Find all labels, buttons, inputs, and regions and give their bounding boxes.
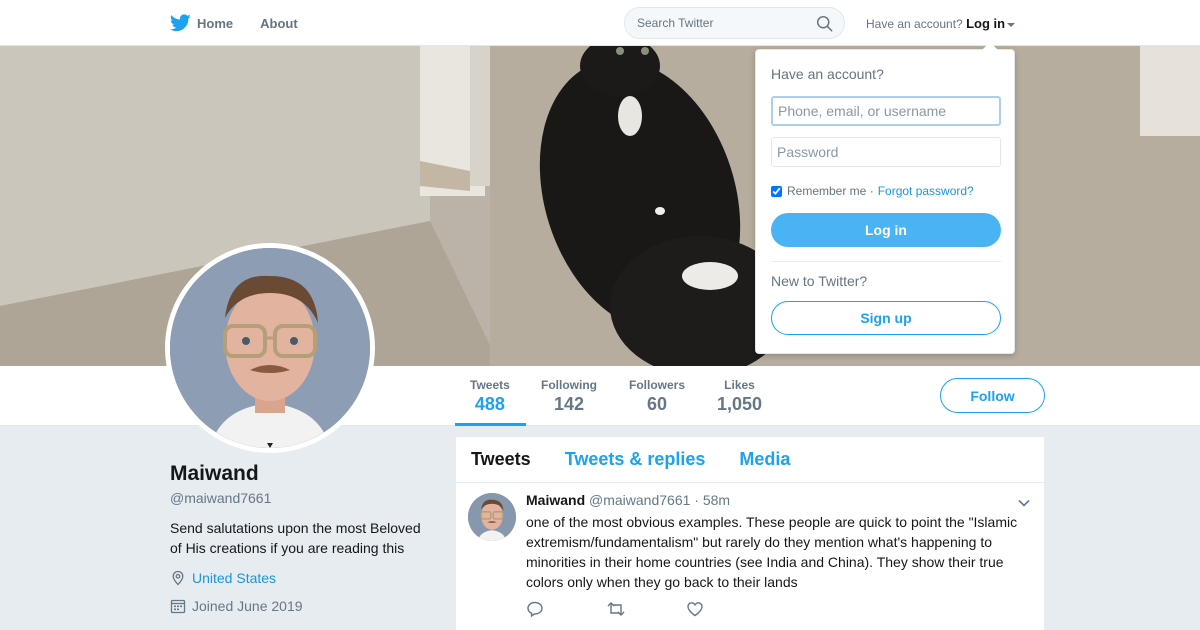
stat-label: Likes — [724, 378, 755, 392]
stat-following[interactable]: Following 142 — [541, 378, 597, 415]
stat-likes[interactable]: Likes 1,050 — [717, 378, 762, 415]
twitter-bird-icon — [170, 14, 191, 32]
have-account-text: Have an account? — [866, 17, 963, 31]
login-dropdown-toggle[interactable]: Log in — [966, 16, 1016, 31]
about-link[interactable]: About — [260, 16, 298, 31]
login-button[interactable]: Log in — [771, 213, 1001, 247]
calendar-icon — [170, 599, 186, 614]
stat-value: 142 — [553, 394, 585, 414]
timeline: Tweets Tweets & replies Media Maiwand @m… — [456, 437, 1044, 630]
password-field[interactable] — [771, 137, 1001, 167]
tab-tweets[interactable]: Tweets — [471, 449, 531, 470]
tweet-avatar[interactable] — [468, 493, 516, 541]
profile-location: United States — [170, 570, 440, 586]
profile-bio: Send salutations upon the most Beloved o… — [170, 520, 421, 556]
location-link[interactable]: United States — [192, 570, 276, 586]
dropdown-divider — [771, 261, 1001, 262]
username-field[interactable] — [771, 96, 1001, 126]
login-dropdown: Have an account? Remember me · Forgot pa… — [755, 42, 1015, 354]
tweet-header: Maiwand @maiwand7661 · 58m — [526, 492, 730, 508]
home-label: Home — [197, 15, 234, 31]
tweet-separator: · — [694, 492, 699, 508]
avatar-portrait — [170, 248, 370, 448]
nav-left: Home About — [170, 0, 325, 46]
tweet-avatar-image — [468, 493, 516, 541]
search-icon[interactable] — [816, 15, 833, 32]
profile-handle[interactable]: @maiwand7661 — [170, 490, 440, 506]
profile-avatar[interactable] — [165, 243, 375, 453]
about-label: About — [260, 15, 298, 31]
stat-tweets[interactable]: Tweets 488 — [470, 378, 510, 415]
tweet-timestamp[interactable]: 58m — [703, 492, 730, 508]
profile-card: Maiwand @maiwand7661 Send salutations up… — [170, 462, 440, 614]
tweet-text: one of the most obvious examples. These … — [526, 514, 1018, 590]
reply-icon — [527, 601, 543, 618]
profile-name[interactable]: Maiwand — [170, 462, 440, 486]
stat-value: 1,050 — [717, 394, 763, 414]
dropdown-nub — [982, 42, 998, 50]
timeline-tabs: Tweets Tweets & replies Media — [456, 437, 1044, 483]
stat-label: Tweets — [470, 378, 510, 392]
caret-down-icon — [1007, 22, 1016, 27]
home-link[interactable]: Home — [170, 14, 233, 32]
stat-label: Followers — [629, 378, 686, 392]
tweet-author-name[interactable]: Maiwand — [526, 492, 585, 508]
forgot-password-link[interactable]: Forgot password? — [878, 184, 974, 198]
login-link-label: Log in — [966, 16, 1006, 31]
account-prompt: Have an account? Log in — [866, 16, 1016, 31]
retweet-icon — [607, 602, 625, 616]
tweet-item[interactable]: Maiwand @maiwand7661 · 58m one of the mo… — [456, 484, 1044, 630]
remember-me-checkbox[interactable] — [771, 185, 782, 197]
search-box[interactable] — [624, 7, 845, 39]
stat-value: 60 — [646, 394, 668, 414]
chevron-down-icon[interactable] — [1017, 496, 1031, 510]
tweet-actions — [526, 600, 766, 623]
follow-button[interactable]: Follow — [940, 378, 1045, 413]
location-pin-icon — [172, 570, 184, 586]
stat-label: Following — [541, 378, 597, 392]
tab-tweets-replies[interactable]: Tweets & replies — [565, 449, 706, 470]
profile-joined: Joined June 2019 — [170, 598, 440, 614]
remember-row: Remember me · Forgot password? — [771, 184, 974, 198]
signup-button[interactable]: Sign up — [771, 301, 1001, 335]
search-input[interactable] — [625, 8, 805, 38]
top-navigation-bar: Home About Have an account? Log in — [0, 0, 1200, 46]
dropdown-title: Have an account? — [771, 66, 884, 82]
stat-followers[interactable]: Followers 60 — [629, 378, 685, 415]
like-icon — [687, 602, 703, 617]
active-stat-underline — [455, 423, 526, 426]
new-to-twitter-text: New to Twitter? — [771, 273, 868, 289]
joined-date: Joined June 2019 — [192, 598, 303, 614]
stat-value: 488 — [474, 394, 505, 414]
reply-button[interactable] — [526, 600, 606, 623]
remember-me-label: Remember me · — [787, 184, 874, 198]
tweet-author-handle[interactable]: @maiwand7661 — [589, 492, 690, 508]
like-button[interactable] — [686, 600, 766, 623]
tab-media[interactable]: Media — [739, 449, 790, 470]
retweet-button[interactable] — [606, 600, 686, 623]
